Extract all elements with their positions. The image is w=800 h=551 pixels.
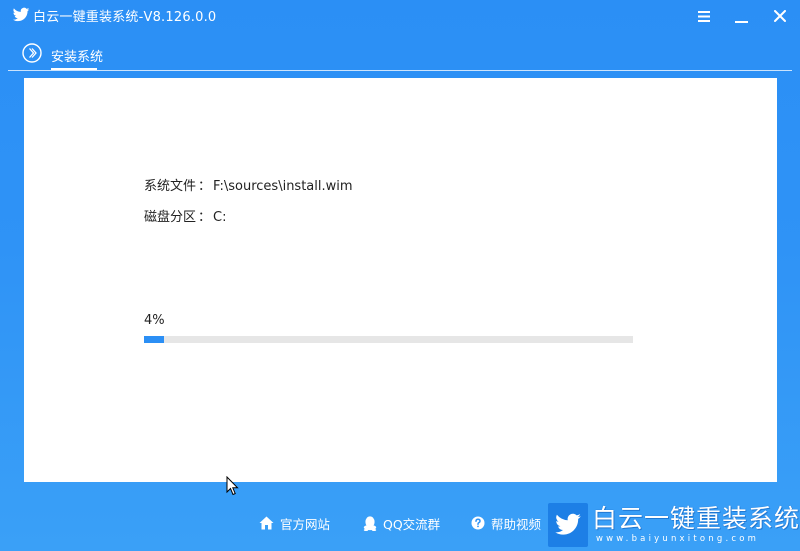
qq-penguin-icon (363, 515, 377, 531)
disk-partition-label: 磁盘分区 (144, 210, 197, 225)
footer-link-help-video[interactable]: 帮助视频 (471, 514, 541, 532)
footer-link-label: 帮助视频 (491, 516, 542, 532)
brand-watermark: 白云一键重装系统 www.baiyunxitong.com (548, 500, 800, 551)
title-bar: 白云一键重装系统-V8.126.0.0 (0, 0, 800, 32)
brand-badge (548, 503, 588, 547)
home-icon (259, 516, 274, 530)
menu-button[interactable] (694, 6, 714, 26)
brand-url: www.baiyunxitong.com (596, 534, 760, 544)
minimize-icon (734, 20, 748, 23)
footer-link-label: 官方网站 (280, 516, 331, 532)
progress-percent: 4% (144, 313, 165, 328)
help-icon (471, 516, 485, 530)
bird-logo-icon (12, 7, 30, 22)
install-panel: 系统文件： F:\sources\install.wim 磁盘分区： C: 4% (24, 78, 777, 482)
tab-install-system[interactable]: 安装系统 (51, 46, 103, 65)
tab-bar: 安装系统 (8, 40, 792, 72)
chevron-circle-icon (22, 43, 42, 63)
separator: ： (198, 210, 212, 225)
footer-link-label: QQ交流群 (383, 516, 441, 532)
menu-icon (698, 10, 710, 22)
disk-partition-value: C: (213, 210, 227, 225)
footer-link-official-site[interactable]: 官方网站 (259, 514, 330, 532)
tab-divider (8, 70, 792, 71)
disk-partition-line: 磁盘分区： C: (144, 206, 227, 225)
separator: ： (198, 179, 212, 194)
window-title: 白云一键重装系统-V8.126.0.0 (33, 10, 217, 25)
system-file-line: 系统文件： F:\sources\install.wim (144, 175, 353, 194)
system-file-value: F:\sources\install.wim (213, 179, 353, 194)
progress-bar (144, 336, 633, 343)
mouse-cursor-icon (226, 476, 239, 496)
close-button[interactable] (770, 6, 790, 26)
footer-link-qq-group[interactable]: QQ交流群 (363, 514, 440, 532)
system-file-label: 系统文件 (144, 179, 197, 194)
close-icon (774, 10, 786, 22)
progress-bar-fill (144, 336, 164, 343)
minimize-button[interactable] (731, 6, 751, 26)
brand-name: 白云一键重装系统 (592, 504, 800, 533)
bird-logo-icon (555, 513, 581, 535)
